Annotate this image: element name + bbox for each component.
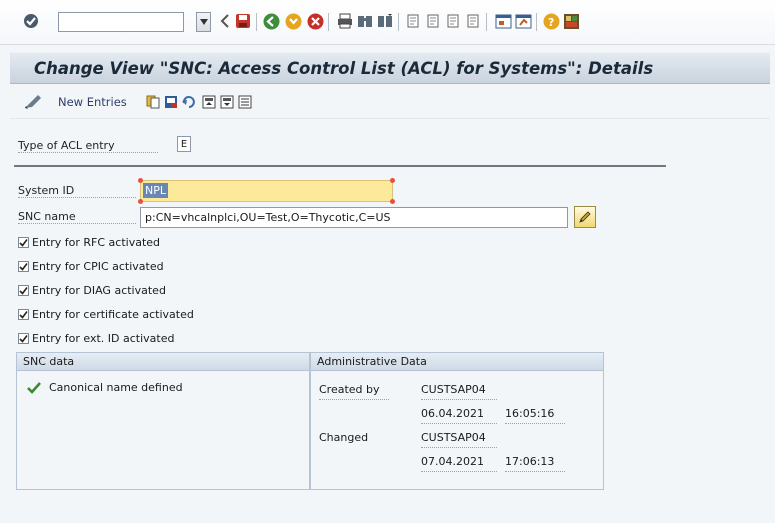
back-arrow-icon[interactable] <box>216 12 234 30</box>
save-icon[interactable] <box>234 12 252 30</box>
type-of-acl-entry-field[interactable]: E <box>177 136 191 152</box>
next-entry-icon[interactable] <box>220 95 234 109</box>
checkbox-ext-id-label: Entry for ext. ID activated <box>32 332 175 345</box>
first-page-icon[interactable] <box>404 12 422 30</box>
created-by-label: Created by <box>319 383 389 400</box>
svg-text:?: ? <box>548 16 554 29</box>
next-page-icon[interactable] <box>444 12 462 30</box>
print-icon[interactable] <box>336 12 354 30</box>
created-date: 06.04.2021 <box>421 407 497 424</box>
checkbox-certificate-box[interactable] <box>18 309 29 320</box>
previous-entry-icon[interactable] <box>202 95 216 109</box>
create-shortcut-icon[interactable] <box>514 12 532 30</box>
enter-check-icon[interactable] <box>22 12 40 30</box>
created-time: 16:05:16 <box>505 407 565 424</box>
checkbox-cpic-label: Entry for CPIC activated <box>32 260 164 273</box>
system-id-value: NPL <box>143 183 168 198</box>
command-field[interactable] <box>58 12 184 32</box>
customize-layout-icon[interactable] <box>562 12 580 30</box>
canonical-name-status: Canonical name defined <box>27 381 183 394</box>
checkbox-rfc-label: Entry for RFC activated <box>32 236 161 249</box>
snc-name-label: SNC name <box>18 210 136 224</box>
checkbox-cpic-box[interactable] <box>18 261 29 272</box>
find-next-icon[interactable] <box>376 12 394 30</box>
display-change-icon[interactable] <box>24 94 41 109</box>
checkbox-certificate[interactable]: Entry for certificate activated <box>18 308 194 321</box>
new-entries-button[interactable]: New Entries <box>58 95 127 109</box>
snc-data-group: SNC data Canonical name defined <box>16 352 310 490</box>
type-of-acl-entry-label: Type of ACL entry <box>18 139 158 153</box>
delete-icon[interactable] <box>164 95 178 109</box>
administrative-data-header: Administrative Data <box>311 353 603 371</box>
command-history-dropdown[interactable] <box>196 12 211 32</box>
page-title: Change View "SNC: Access Control List (A… <box>34 58 654 78</box>
cancel-icon[interactable] <box>306 12 324 30</box>
checkbox-diag-label: Entry for DIAG activated <box>32 284 166 297</box>
checkbox-diag-box[interactable] <box>18 285 29 296</box>
changed-label: Changed <box>319 431 369 444</box>
find-icon[interactable] <box>356 12 374 30</box>
last-page-icon[interactable] <box>464 12 482 30</box>
canonical-name-text: Canonical name defined <box>49 381 183 394</box>
system-toolbar: ? <box>0 0 775 45</box>
edit-pencil-icon[interactable] <box>574 206 596 228</box>
create-session-icon[interactable] <box>494 12 512 30</box>
snc-name-input[interactable]: p:CN=vhcalnplci,OU=Test,O=Thycotic,C=US <box>140 207 568 228</box>
checkbox-ext-id[interactable]: Entry for ext. ID activated <box>18 332 174 345</box>
checkbox-rfc[interactable]: Entry for RFC activated <box>18 236 160 249</box>
back-icon[interactable] <box>262 12 280 30</box>
system-id-input[interactable]: NPL <box>138 178 395 204</box>
changed-date: 07.04.2021 <box>421 455 497 472</box>
checkbox-diag[interactable]: Entry for DIAG activated <box>18 284 166 297</box>
administrative-data-group: Administrative Data Created by CUSTSAP04… <box>310 352 604 490</box>
exit-icon[interactable] <box>284 12 302 30</box>
checkbox-rfc-box[interactable] <box>18 237 29 248</box>
snc-data-header: SNC data <box>17 353 309 371</box>
previous-page-icon[interactable] <box>424 12 442 30</box>
changed-user: CUSTSAP04 <box>421 431 497 448</box>
checkbox-cpic[interactable]: Entry for CPIC activated <box>18 260 164 273</box>
copy-as-icon[interactable] <box>146 95 160 109</box>
checkbox-ext-id-box[interactable] <box>18 333 29 344</box>
title-bar: Change View "SNC: Access Control List (A… <box>10 52 770 84</box>
select-all-icon[interactable] <box>238 95 252 109</box>
green-checkmark-icon <box>27 381 41 394</box>
application-toolbar: New Entries <box>10 87 770 119</box>
changed-time: 17:06:13 <box>505 455 565 472</box>
undo-change-icon[interactable] <box>182 95 196 109</box>
separator <box>14 165 666 167</box>
system-id-label: System ID <box>18 184 136 198</box>
help-icon[interactable]: ? <box>542 12 560 30</box>
checkbox-certificate-label: Entry for certificate activated <box>32 308 194 321</box>
created-by-user: CUSTSAP04 <box>421 383 497 400</box>
